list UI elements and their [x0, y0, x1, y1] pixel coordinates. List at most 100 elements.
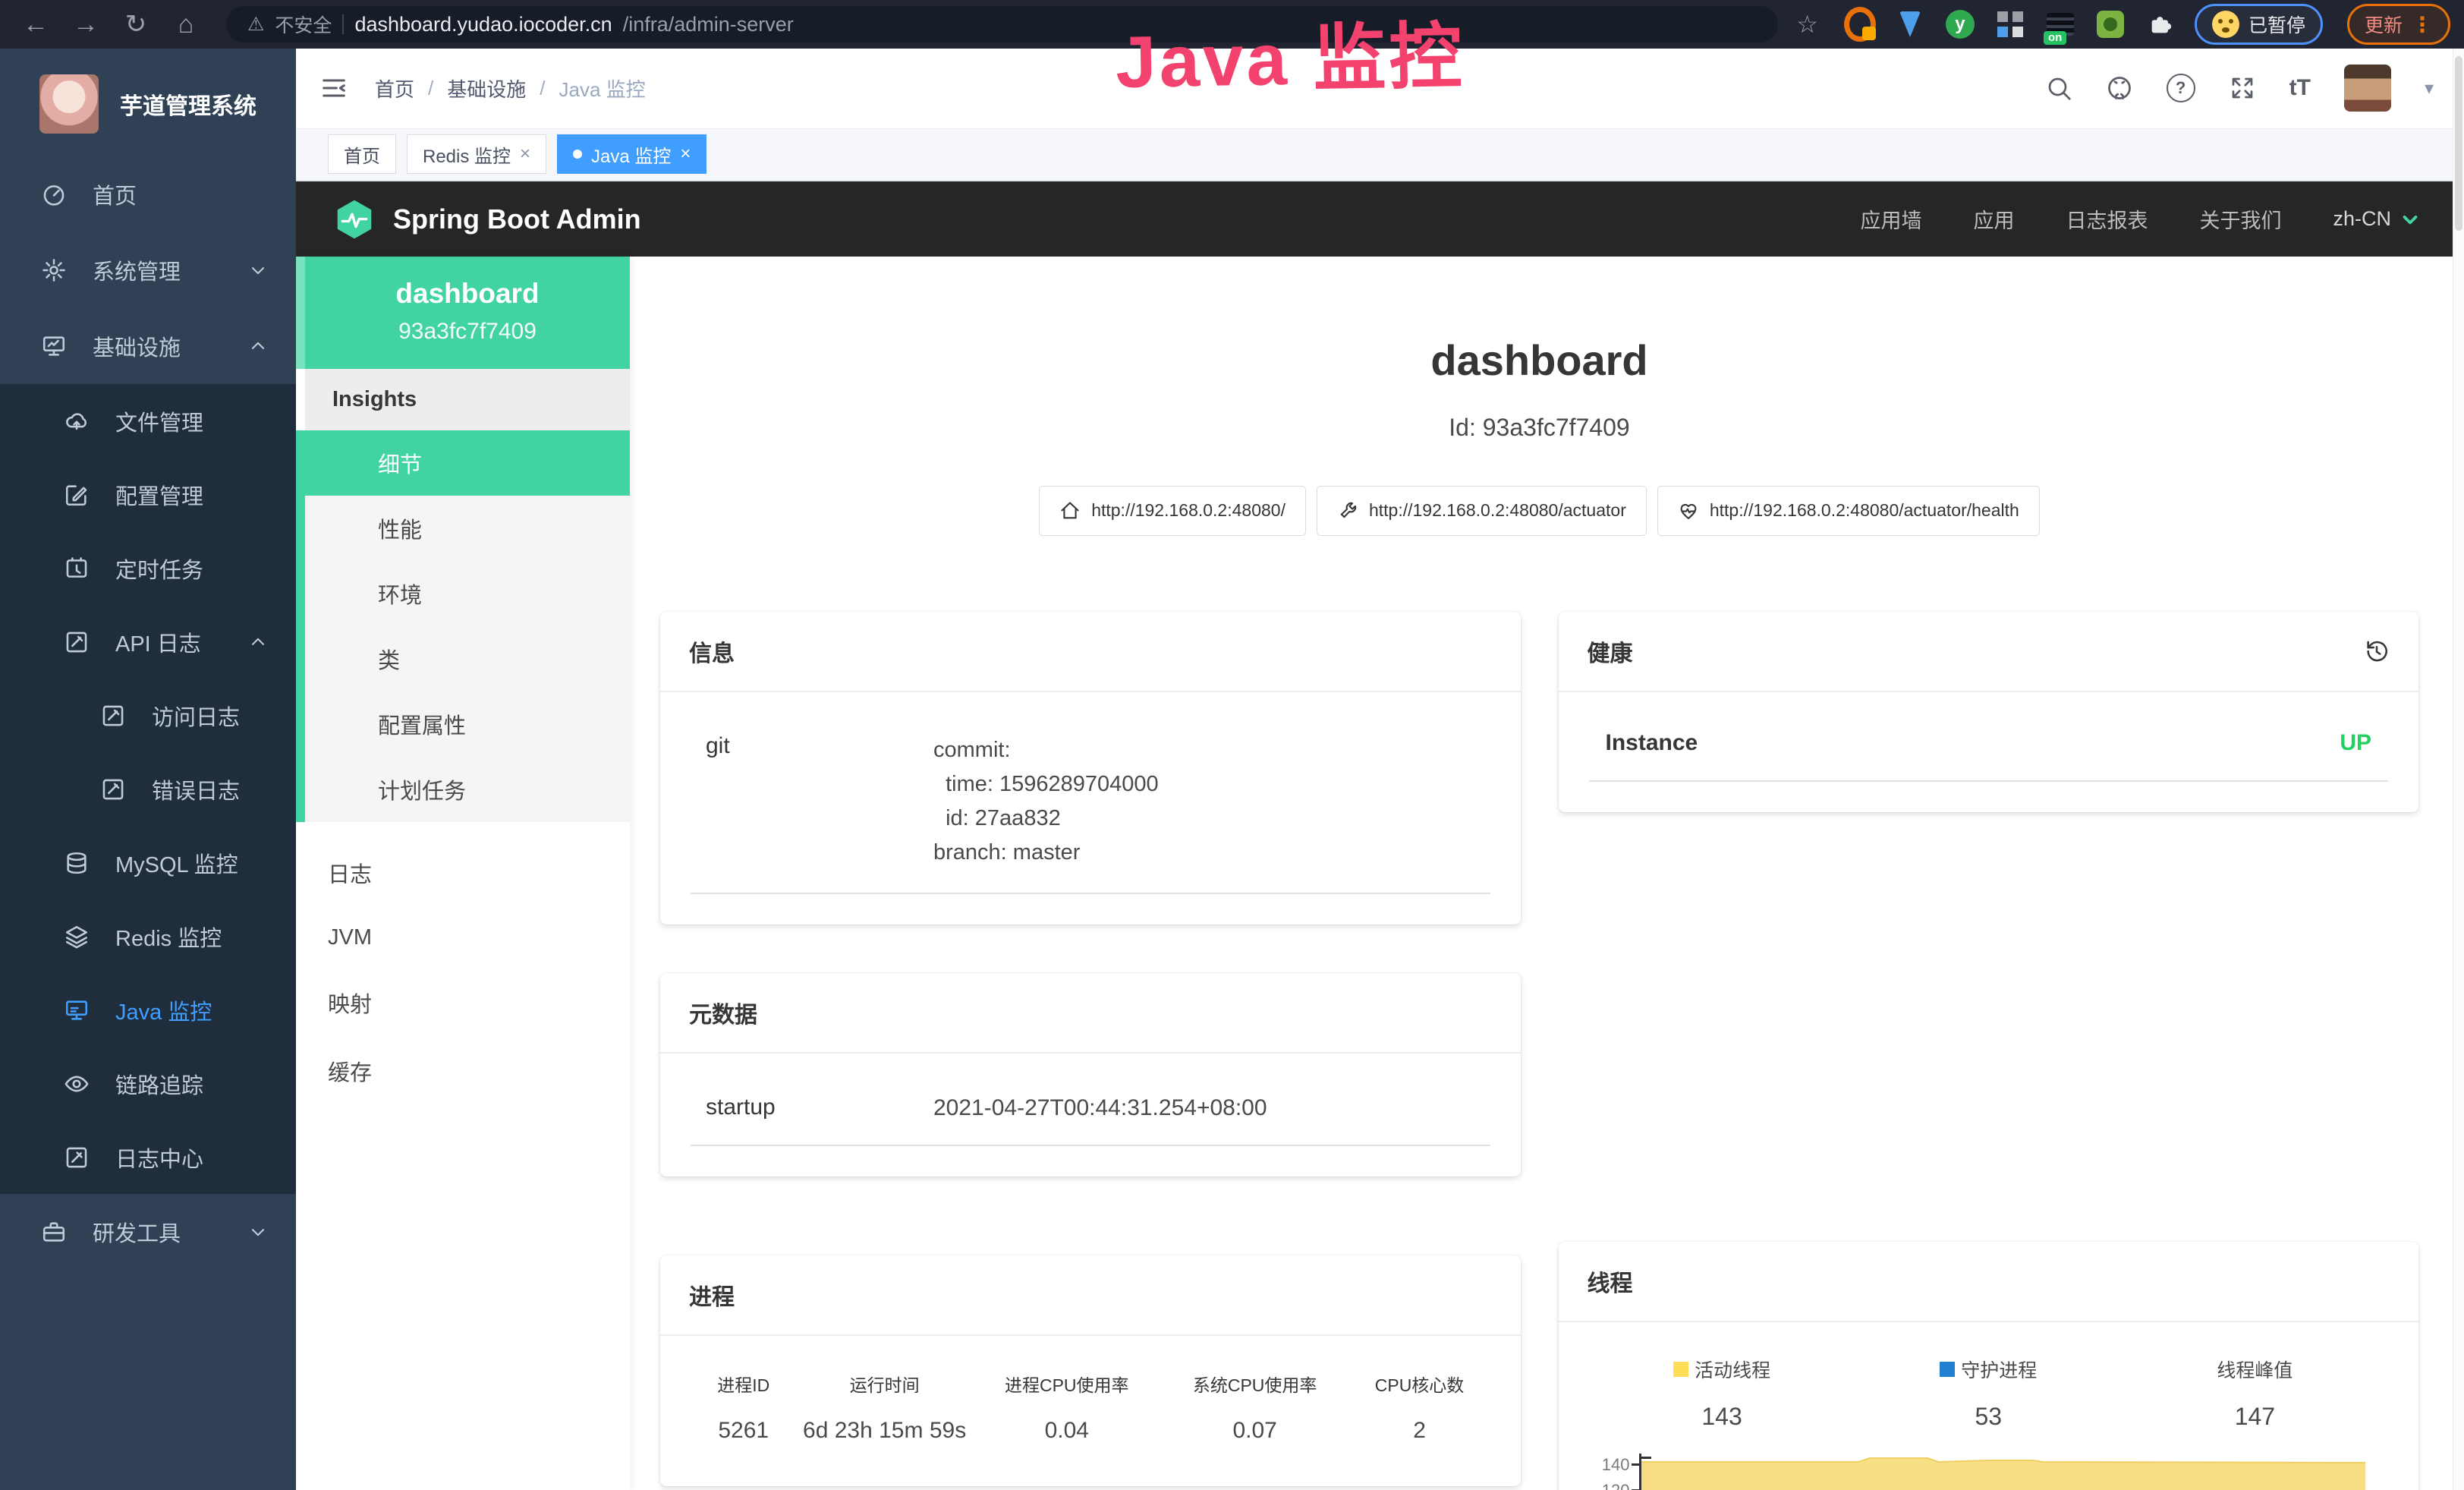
sba-item-metrics[interactable]: 性能	[305, 496, 630, 561]
bookmark-star-icon[interactable]: ☆	[1796, 10, 1818, 39]
app-logo-image	[39, 74, 99, 134]
table-row: startup 2021-04-27T00:44:31.254+08:00	[691, 1081, 1490, 1146]
sidebar-item-label: API 日志	[115, 626, 201, 658]
sidebar-item-java-monitor[interactable]: Java 监控	[0, 973, 296, 1047]
grid-icon	[1997, 11, 2023, 37]
sidebar-item-scheduled-jobs[interactable]: 定时任务	[0, 531, 296, 605]
sidebar-item-redis-monitor[interactable]: Redis 监控	[0, 899, 296, 973]
cloud-upload-icon	[64, 408, 90, 434]
sidebar-item-api-log[interactable]: API 日志	[0, 605, 296, 679]
browser-update-button[interactable]: 更新 ⋮	[2347, 4, 2450, 45]
y-axis-labels: 140 120 100	[1589, 1454, 1639, 1490]
reload-icon[interactable]: ↻	[114, 9, 158, 39]
info-card: 信息 git commit: time: 1596289704000 id: 2…	[660, 612, 1521, 925]
sba-item-config-props[interactable]: 配置属性	[305, 691, 630, 757]
sba-language-select[interactable]: zh-CN	[2333, 207, 2422, 231]
sba-item-environment[interactable]: 环境	[305, 561, 630, 626]
sidebar-item-config-manage[interactable]: 配置管理	[0, 458, 296, 531]
sba-root-items: 日志 JVM 映射 缓存	[296, 822, 630, 1105]
paused-label: 已暂停	[2248, 11, 2305, 38]
sidebar-item-log-center[interactable]: 日志中心	[0, 1120, 296, 1194]
sba-nav-applications[interactable]: 应用	[1973, 204, 2014, 234]
sba-item-classes[interactable]: 类	[305, 626, 630, 691]
card-title: 健康	[1588, 635, 1633, 668]
threads-chart: 140 120 100	[1589, 1454, 2389, 1490]
github-icon[interactable]	[2106, 74, 2133, 102]
sidebar-item-label: 链路追踪	[115, 1068, 203, 1100]
profile-paused-badge[interactable]: 已暂停	[2195, 4, 2323, 45]
sidebar-item-label: 首页	[93, 178, 137, 210]
fullscreen-icon[interactable]	[2229, 74, 2256, 102]
sidebar-item-infrastructure[interactable]: 基础设施	[0, 308, 296, 384]
app-logo[interactable]: 芋道管理系统	[0, 49, 296, 156]
sba-nav-wall[interactable]: 应用墙	[1860, 204, 1921, 234]
service-url-button[interactable]: http://192.168.0.2:48080/	[1039, 486, 1306, 536]
sidebar-item-trace[interactable]: 链路追踪	[0, 1047, 296, 1120]
user-avatar[interactable]	[2344, 65, 2391, 112]
address-bar[interactable]: ⚠ 不安全 dashboard.yudao.iocoder.cn/infra/a…	[226, 6, 1778, 43]
sba-instance-header[interactable]: dashboard 93a3fc7f7409	[296, 257, 630, 369]
sidebar-toggle-icon[interactable]	[319, 73, 349, 103]
sba-nav-journal[interactable]: 日志报表	[2066, 204, 2148, 234]
process-uptime: 6d 23h 15m 59s	[796, 1418, 972, 1444]
sidebar-item-home[interactable]: 首页	[0, 156, 296, 232]
extension-icon[interactable]	[2094, 8, 2126, 40]
extension-icon[interactable]	[1994, 8, 2026, 40]
sidebar-item-mysql-monitor[interactable]: MySQL 监控	[0, 826, 296, 899]
dashboard-icon	[41, 181, 67, 207]
sidebar-item-label: 配置管理	[115, 479, 203, 511]
extension-icon[interactable]: on	[2044, 8, 2076, 40]
git-time-line: time: 1596289704000	[933, 772, 1159, 796]
sba-item-scheduled-tasks[interactable]: 计划任务	[305, 757, 630, 822]
health-url-button[interactable]: http://192.168.0.2:48080/actuator/health	[1657, 486, 2040, 536]
sidebar-item-access-log[interactable]: 访问日志	[0, 679, 296, 752]
home-icon[interactable]: ⌂	[164, 10, 208, 39]
tab-redis-monitor[interactable]: Redis 监控 ×	[407, 134, 546, 174]
tab-java-monitor[interactable]: Java 监控 ×	[557, 134, 706, 174]
extension-icon[interactable]	[1844, 8, 1876, 40]
sba-section-insights[interactable]: Insights	[296, 369, 630, 430]
sidebar-item-devtools[interactable]: 研发工具	[0, 1194, 296, 1270]
help-icon[interactable]: ?	[2167, 74, 2195, 102]
sba-item-details[interactable]: 细节	[305, 430, 630, 496]
sba-nav-about[interactable]: 关于我们	[2199, 204, 2281, 234]
scrollbar-thumb[interactable]	[2455, 56, 2462, 231]
tab-home[interactable]: 首页	[328, 134, 396, 174]
instance-id-line: Id: 93a3fc7f7409	[660, 414, 2418, 442]
tab-label: Java 监控	[591, 141, 671, 168]
sba-brand[interactable]: Spring Boot Admin	[332, 197, 641, 241]
chart-plot-area	[1639, 1454, 2366, 1490]
table-row[interactable]: Instance UP	[1589, 720, 2389, 782]
sba-item-logs[interactable]: 日志	[296, 839, 630, 907]
actuator-url-button[interactable]: http://192.168.0.2:48080/actuator	[1317, 486, 1647, 536]
browser-menu-icon[interactable]: ⋮	[2412, 12, 2433, 37]
column-header: CPU核心数	[1349, 1371, 1490, 1397]
y-tick-label: 120	[1602, 1481, 1630, 1490]
puzzle-extensions-icon[interactable]	[2145, 8, 2176, 40]
sidebar-item-error-log[interactable]: 错误日志	[0, 752, 296, 826]
chevron-down-icon	[247, 260, 269, 281]
close-icon[interactable]: ×	[680, 143, 691, 165]
sba-item-jvm[interactable]: JVM	[296, 907, 630, 969]
metadata-card: 元数据 startup 2021-04-27T00:44:31.254+08:0…	[660, 973, 1521, 1177]
sba-logo-icon	[332, 197, 376, 241]
text-size-icon[interactable]: tT	[2289, 75, 2311, 101]
sba-item-caches[interactable]: 缓存	[296, 1037, 630, 1105]
sidebar-item-file-manage[interactable]: 文件管理	[0, 384, 296, 458]
history-icon[interactable]	[2364, 638, 2390, 664]
search-icon[interactable]	[2045, 74, 2072, 102]
sidebar-item-system[interactable]: 系统管理	[0, 232, 296, 308]
extension-icon[interactable]	[1894, 8, 1926, 40]
close-icon[interactable]: ×	[520, 143, 530, 165]
chevron-up-icon	[247, 632, 269, 653]
breadcrumb-item[interactable]: 基础设施	[447, 74, 526, 102]
breadcrumb-item[interactable]: 首页	[375, 74, 414, 102]
page-scrollbar[interactable]	[2453, 49, 2464, 1490]
system-cpu: 0.07	[1161, 1418, 1349, 1444]
back-icon[interactable]: ←	[14, 10, 58, 39]
forward-icon[interactable]: →	[64, 10, 108, 39]
actuator-url: http://192.168.0.2:48080/actuator	[1369, 500, 1626, 521]
sba-item-mappings[interactable]: 映射	[296, 969, 630, 1037]
user-menu-caret-icon[interactable]: ▾	[2425, 77, 2434, 99]
extension-icon[interactable]: y	[1944, 8, 1976, 40]
